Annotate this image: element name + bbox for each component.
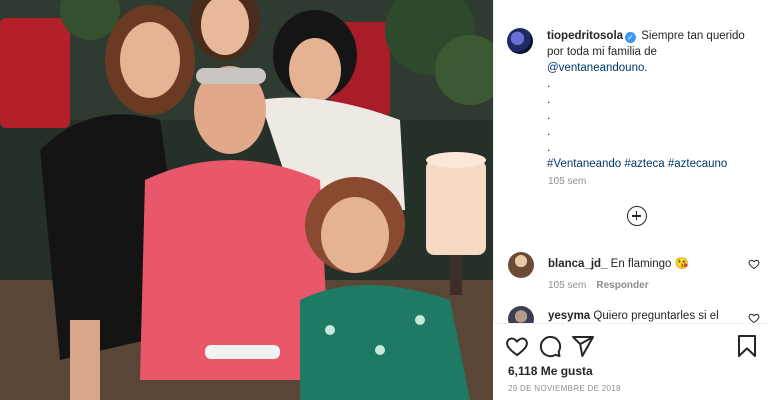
caption-timestamp: 105 sem — [548, 176, 587, 187]
author-avatar[interactable] — [507, 28, 533, 54]
comment-body: Quiero preguntarles si el — [593, 310, 719, 322]
comment-timestamp: 105 sem — [548, 280, 587, 291]
caption-mention-link[interactable]: @ventaneandouno. — [547, 60, 752, 76]
bookmark-icon[interactable] — [735, 334, 759, 358]
comment-body: En flamingo 😘 — [610, 258, 689, 270]
post-photo-illustration — [0, 0, 493, 400]
post-date: 29 DE NOVIEMBRE DE 2018 — [508, 384, 621, 393]
post-photo[interactable] — [0, 0, 493, 400]
comment-item: blanca_jd_ En flamingo 😘 105 sem Responde… — [508, 252, 764, 292]
comment-meta: 105 sem Responder — [548, 280, 649, 291]
commenter-username[interactable]: yesyma — [548, 310, 590, 322]
caption-dot-line: . — [547, 110, 551, 122]
comment-text: blanca_jd_ En flamingo 😘 — [548, 256, 689, 270]
post-actions-bar: 6,118 Me gusta 29 DE NOVIEMBRE DE 2018 — [493, 323, 768, 400]
comment-icon[interactable] — [538, 334, 562, 358]
comment-text: yesyma Quiero preguntarles si el — [548, 310, 719, 322]
caption-text-block: tiopedritosola ✓ Siempre tan querido por … — [547, 28, 752, 172]
caption-dot-line: . — [547, 78, 551, 90]
caption-hashtags-link[interactable]: #Ventaneando #azteca #aztecauno — [547, 156, 752, 172]
commenter-avatar[interactable] — [508, 306, 534, 323]
author-username[interactable]: tiopedritosola — [547, 30, 623, 42]
commenter-username[interactable]: blanca_jd_ — [548, 258, 607, 270]
comment-like-heart-icon[interactable] — [748, 258, 760, 270]
load-more-comments-button[interactable] — [627, 206, 647, 226]
verified-badge-icon: ✓ — [625, 32, 637, 43]
caption-dot-line: . — [547, 126, 551, 138]
comment-item: yesyma Quiero preguntarles si el — [508, 306, 764, 323]
comment-like-heart-icon[interactable] — [748, 312, 760, 323]
likes-count[interactable]: 6,118 Me gusta — [508, 364, 593, 378]
post-caption: tiopedritosola ✓ Siempre tan querido por … — [507, 28, 757, 172]
commenter-avatar[interactable] — [508, 252, 534, 278]
heart-icon[interactable] — [505, 334, 529, 358]
caption-dot-line: . — [547, 94, 551, 106]
share-icon[interactable] — [571, 334, 595, 358]
reply-button[interactable]: Responder — [596, 280, 648, 291]
caption-dot-line: . — [547, 142, 551, 154]
